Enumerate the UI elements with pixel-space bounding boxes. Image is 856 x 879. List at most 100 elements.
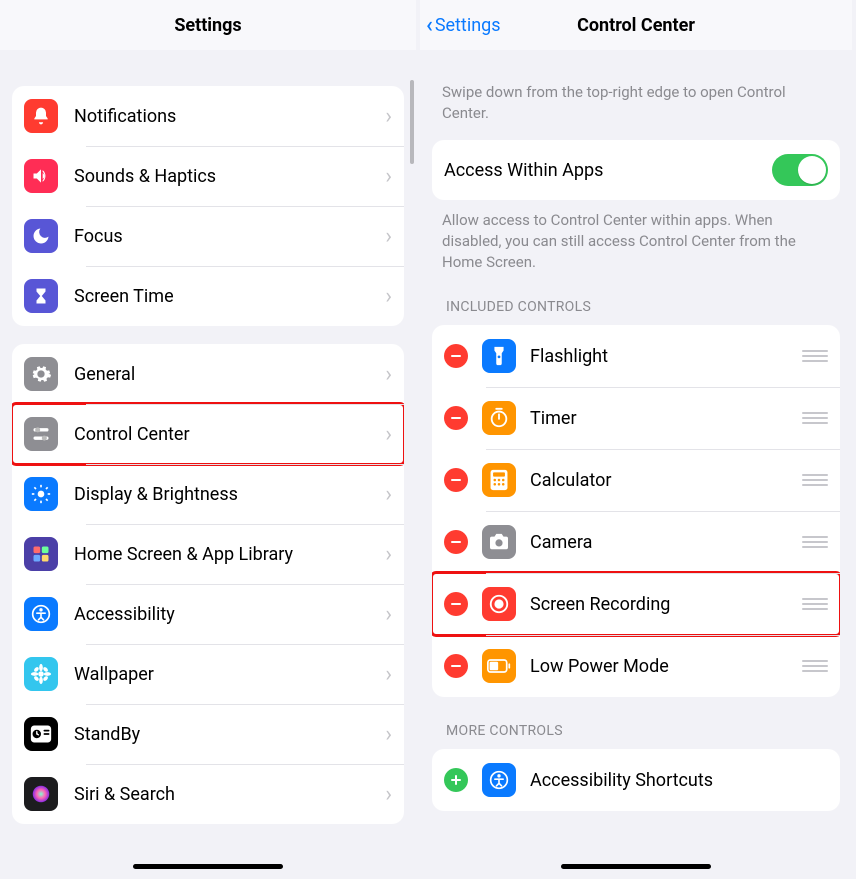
chevron-right-icon: › [385, 284, 392, 309]
row-label: Accessibility [74, 604, 385, 625]
drag-handle[interactable] [802, 658, 828, 674]
settings-row-standby[interactable]: StandBy› [12, 704, 404, 764]
chevron-right-icon: › [385, 422, 392, 447]
control-label: Flashlight [530, 346, 802, 367]
settings-row-sounds-haptics[interactable]: Sounds & Haptics› [12, 146, 404, 206]
drag-handle[interactable] [802, 472, 828, 488]
settings-row-accessibility[interactable]: Accessibility› [12, 584, 404, 644]
camera-icon [482, 525, 516, 559]
moon-icon [24, 219, 58, 253]
row-label: Focus [74, 226, 385, 247]
settings-row-notifications[interactable]: Notifications› [12, 86, 404, 146]
control-center-pane: ‹ Settings Control Center Swipe down fro… [420, 0, 852, 879]
speaker-icon [24, 159, 58, 193]
chevron-right-icon: › [385, 542, 392, 567]
included-row-timer: Timer [432, 387, 840, 449]
chevron-right-icon: › [385, 482, 392, 507]
drag-handle[interactable] [802, 410, 828, 426]
home-indicator[interactable] [133, 864, 283, 869]
included-row-calculator: Calculator [432, 449, 840, 511]
settings-row-display-brightness[interactable]: Display & Brightness› [12, 464, 404, 524]
settings-row-siri-search[interactable]: Siri & Search› [12, 764, 404, 824]
included-row-screen-recording: Screen Recording [432, 573, 840, 635]
row-label: Display & Brightness [74, 484, 385, 505]
included-row-camera: Camera [432, 511, 840, 573]
control-label: Accessibility Shortcuts [530, 770, 828, 791]
back-label: Settings [435, 15, 501, 36]
control-label: Screen Recording [530, 594, 802, 615]
remove-button[interactable] [444, 468, 468, 492]
more-controls-header: MORE CONTROLS [420, 723, 852, 739]
chevron-left-icon: ‹ [426, 13, 433, 38]
nav-header: Settings [0, 0, 416, 50]
included-row-low-power-mode: Low Power Mode [432, 635, 840, 697]
record-icon [482, 587, 516, 621]
control-label: Timer [530, 408, 802, 429]
row-label: Control Center [74, 424, 385, 445]
row-label: StandBy [74, 724, 385, 745]
access-toggle[interactable] [772, 154, 828, 186]
page-title: Control Center [577, 15, 695, 36]
drag-handle[interactable] [802, 348, 828, 364]
control-label: Low Power Mode [530, 656, 802, 677]
battery-icon [482, 649, 516, 683]
row-label: Wallpaper [74, 664, 385, 685]
page-title: Settings [174, 15, 241, 36]
control-label: Camera [530, 532, 802, 553]
included-controls-group: Flashlight Timer Calculator Camera Screen Re… [432, 325, 840, 697]
scrollbar-thumb[interactable] [410, 80, 414, 164]
settings-row-control-center[interactable]: Control Center› [12, 404, 404, 464]
control-label: Calculator [530, 470, 802, 491]
row-label: Siri & Search [74, 784, 385, 805]
remove-button[interactable] [444, 654, 468, 678]
chevron-right-icon: › [385, 224, 392, 249]
calc-icon [482, 463, 516, 497]
chevron-right-icon: › [385, 362, 392, 387]
row-label: Sounds & Haptics [74, 166, 385, 187]
row-label: Notifications [74, 106, 385, 127]
chevron-right-icon: › [385, 662, 392, 687]
settings-row-general[interactable]: General› [12, 344, 404, 404]
figure-icon [482, 763, 516, 797]
drag-handle[interactable] [802, 534, 828, 550]
settings-row-wallpaper[interactable]: Wallpaper› [12, 644, 404, 704]
sliders-icon [24, 417, 58, 451]
hourglass-icon [24, 279, 58, 313]
gear-icon [24, 357, 58, 391]
drag-handle[interactable] [802, 596, 828, 612]
remove-button[interactable] [444, 344, 468, 368]
settings-pane: Settings Notifications›Sounds & Haptics›… [0, 0, 420, 879]
siri-icon [24, 777, 58, 811]
add-button[interactable] [444, 768, 468, 792]
bell-icon [24, 99, 58, 133]
nav-header: ‹ Settings Control Center [420, 0, 852, 50]
settings-row-home-screen-app-library[interactable]: Home Screen & App Library› [12, 524, 404, 584]
flower-icon [24, 657, 58, 691]
access-footer-text: Allow access to Control Center within ap… [420, 210, 852, 273]
intro-text: Swipe down from the top-right edge to op… [420, 82, 852, 124]
included-row-flashlight: Flashlight [432, 325, 840, 387]
settings-row-screen-time[interactable]: Screen Time› [12, 266, 404, 326]
flashlight-icon [482, 339, 516, 373]
chevron-right-icon: › [385, 164, 392, 189]
back-button[interactable]: ‹ Settings [426, 0, 501, 50]
settings-group: Notifications›Sounds & Haptics›Focus›Scr… [12, 86, 404, 326]
brightness-icon [24, 477, 58, 511]
settings-row-focus[interactable]: Focus› [12, 206, 404, 266]
clock-card-icon [24, 717, 58, 751]
remove-button[interactable] [444, 592, 468, 616]
access-within-apps-row[interactable]: Access Within Apps [432, 140, 840, 200]
more-row-accessibility-shortcuts: Accessibility Shortcuts [432, 749, 840, 811]
timer-icon [482, 401, 516, 435]
remove-button[interactable] [444, 530, 468, 554]
chevron-right-icon: › [385, 722, 392, 747]
row-label: General [74, 364, 385, 385]
home-indicator[interactable] [561, 864, 711, 869]
access-group: Access Within Apps [432, 140, 840, 200]
settings-group: General›Control Center›Display & Brightn… [12, 344, 404, 824]
more-controls-group: Accessibility Shortcuts [432, 749, 840, 811]
access-label: Access Within Apps [444, 160, 772, 181]
included-controls-header: INCLUDED CONTROLS [420, 299, 852, 315]
chevron-right-icon: › [385, 782, 392, 807]
remove-button[interactable] [444, 406, 468, 430]
